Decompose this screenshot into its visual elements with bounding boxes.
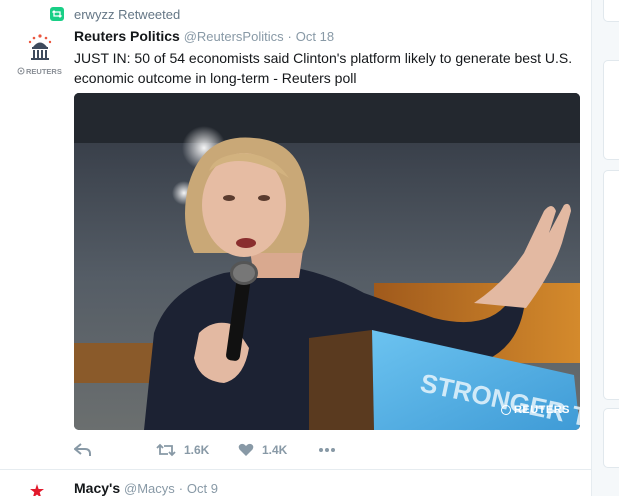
watermark-dots-icon: [500, 405, 511, 415]
retweet-action: Retweeted: [118, 6, 181, 22]
retweet-context-icon: [50, 7, 64, 21]
like-button[interactable]: 1.4K: [238, 443, 318, 457]
header-separator: ·: [287, 29, 292, 44]
next-author-handle[interactable]: @Macys: [124, 481, 175, 496]
tweet-timestamp[interactable]: Oct 18: [296, 29, 334, 44]
next-tweet-avatar[interactable]: [30, 484, 44, 496]
tweet-content: Reuters Politics @ReutersPolitics · Oct …: [74, 27, 582, 88]
retweet-icon[interactable]: [156, 443, 176, 457]
tweet[interactable]: erwyzz Retweeted REUTERS Reuters Politic…: [0, 0, 592, 470]
like-icon[interactable]: [238, 443, 254, 457]
more-icon[interactable]: [318, 447, 336, 453]
reply-button[interactable]: [74, 443, 156, 457]
retweeter-name[interactable]: erwyzz: [74, 7, 114, 22]
next-tweet-header[interactable]: Macy's @Macys · Oct 9: [74, 480, 218, 496]
next-header-separator: ·: [178, 481, 184, 496]
avatar[interactable]: REUTERS: [16, 30, 64, 78]
sidebar-card: [603, 170, 619, 400]
next-tweet[interactable]: Macy's @Macys · Oct 9: [0, 471, 592, 496]
like-count: 1.4K: [262, 443, 288, 457]
tweet-photo[interactable]: STRONGER TOGETHER REUTERS: [74, 93, 580, 430]
retweet-count: 1.6K: [184, 443, 210, 457]
tweet-header[interactable]: Reuters Politics @ReutersPolitics · Oct …: [74, 27, 582, 46]
retweet-context: erwyzz Retweeted: [50, 6, 180, 22]
timeline: erwyzz Retweeted REUTERS Reuters Politic…: [0, 0, 592, 496]
author-fullname[interactable]: Reuters Politics: [74, 28, 180, 44]
reuters-watermark: REUTERS: [500, 404, 570, 416]
avatar-caption: REUTERS: [26, 67, 62, 76]
retweet-button[interactable]: 1.6K: [156, 443, 238, 457]
reply-icon[interactable]: [74, 443, 92, 457]
tweet-text: JUST IN: 50 of 54 economists said Clinto…: [74, 50, 573, 86]
retweet-context-text[interactable]: erwyzz Retweeted: [74, 7, 180, 22]
more-button[interactable]: [318, 447, 336, 453]
sidebar-card: [603, 60, 619, 160]
author-handle[interactable]: @ReutersPolitics: [184, 29, 284, 44]
watermark-text: REUTERS: [513, 404, 570, 416]
sidebar-card: [603, 0, 619, 22]
tweet-actions: 1.6K 1.4K: [74, 440, 336, 460]
next-author-fullname[interactable]: Macy's: [74, 480, 120, 496]
next-tweet-timestamp[interactable]: Oct 9: [187, 481, 218, 496]
sidebar-card: [603, 408, 619, 468]
